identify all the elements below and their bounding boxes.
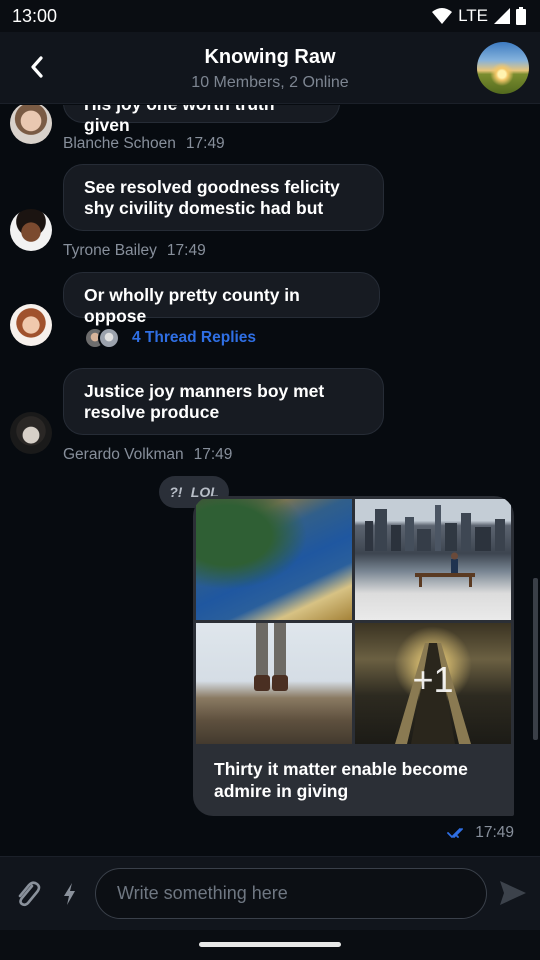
message-meta: Tyrone Bailey 17:49 [63,242,206,260]
message-bubble[interactable]: See resolved goodness felicity shy civil… [63,164,384,231]
own-message-meta: 17:49 [447,824,514,842]
send-button[interactable] [498,879,528,907]
chat-header: Knowing Raw 10 Members, 2 Online [0,32,540,104]
status-time: 13:00 [12,5,58,26]
own-message-bubble[interactable]: +1 Thirty it matter enable become admire… [193,496,514,816]
send-icon [500,881,526,905]
message-meta: Blanche Schoen 17:49 [63,135,225,153]
message-bubble[interactable]: His joy one worth truth given [63,105,340,135]
avatar [98,327,120,349]
gallery-image-city-skyline[interactable] [355,499,511,620]
channel-title: Knowing Raw [204,46,336,68]
message-list[interactable]: His joy one worth truth given Blanche Sc… [0,105,540,855]
double-check-icon [447,828,464,838]
message-text: Justice joy manners boy met resolve prod… [84,381,325,422]
thread-participant-avatars [84,327,122,349]
message-bubble[interactable]: Justice joy manners boy met resolve prod… [63,368,384,435]
attach-button[interactable] [14,878,42,910]
avatar[interactable] [10,209,52,251]
message-time: 17:49 [166,242,206,259]
avatar[interactable] [10,105,52,144]
message-input[interactable] [117,883,486,904]
signal-icon [494,8,510,24]
message-time: 17:49 [185,135,225,152]
sender-name: Blanche Schoen [63,135,176,152]
message-text: Thirty it matter enable become admire in… [214,759,468,801]
sender-name: Gerardo Volkman [63,446,184,463]
status-icons: LTE [432,6,526,26]
image-gallery[interactable]: +1 [193,496,514,746]
system-navigation-bar [0,930,540,960]
message-text: His joy one worth truth given [84,105,275,135]
message-bubble[interactable]: Or wholly pretty county in oppose [63,272,380,326]
avatar[interactable] [10,304,52,346]
gallery-image-escalator[interactable]: +1 [355,623,511,744]
channel-avatar[interactable] [477,42,529,94]
network-label: LTE [458,6,488,25]
channel-member-count: 10 Members, 2 Online [191,74,349,91]
message-meta: Gerardo Volkman 17:49 [63,446,232,464]
gallery-image-hiker-legs[interactable] [196,623,352,744]
status-bar: 13:00 LTE [0,0,540,32]
avatar[interactable] [10,412,52,454]
sender-name: Tyrone Bailey [63,242,157,259]
wifi-icon [432,8,453,24]
lightning-icon [64,883,75,905]
message-text: See resolved goodness felicity shy civil… [84,177,340,218]
message-composer [0,856,540,930]
thread-replies-label: 4 Thread Replies [132,329,257,346]
home-indicator[interactable] [199,942,341,947]
thread-replies-link[interactable]: 4 Thread Replies [84,327,256,349]
more-images-count: +1 [412,659,454,700]
paperclip-icon [18,881,41,907]
message-time: 17:49 [193,446,233,463]
message-input-container[interactable] [95,868,487,919]
message-time: 17:49 [475,824,514,841]
commands-button[interactable] [58,879,82,909]
reaction-interrobang[interactable]: ?! [169,484,182,500]
gallery-image-coast[interactable] [196,499,352,620]
battery-icon [516,7,526,25]
message-text: Or wholly pretty county in oppose [84,285,300,326]
scrollbar[interactable] [533,578,538,740]
